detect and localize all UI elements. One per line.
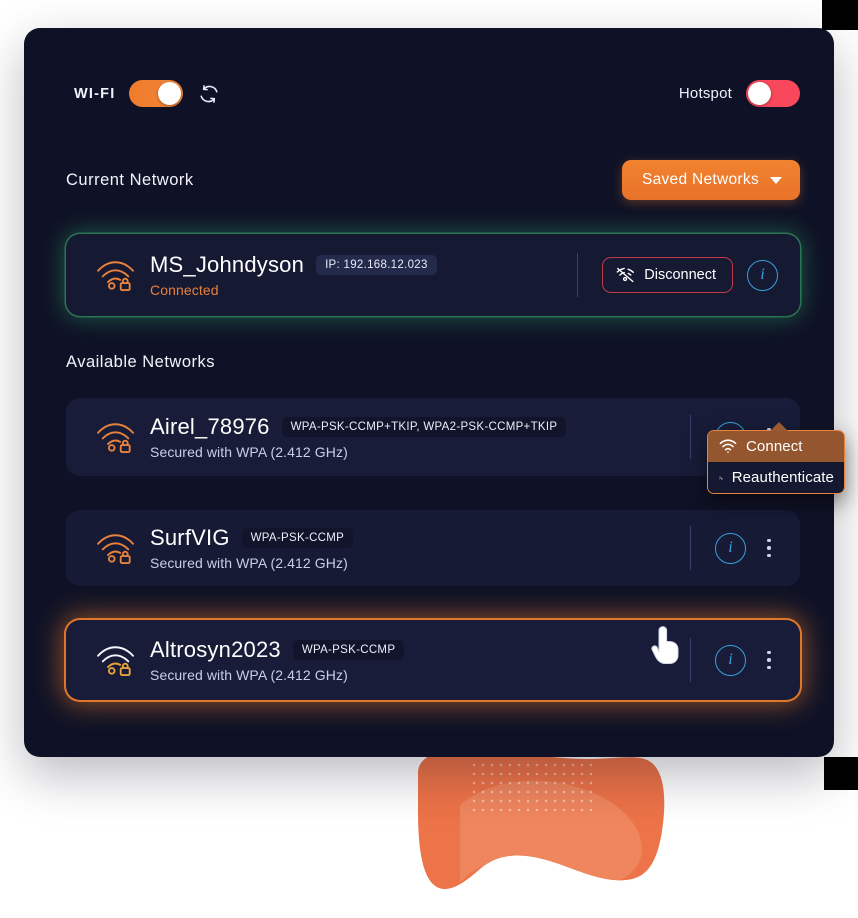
wifi-settings-panel: WI-FI Hotspot Current Network Saved Netw… <box>24 28 834 757</box>
wifi-off-icon <box>616 267 635 283</box>
network-title-row: SurfVIG WPA-PSK-CCMP <box>150 525 690 551</box>
current-network-status: Connected <box>150 282 219 298</box>
artifact-bottom-right <box>824 757 858 790</box>
network-ssid: Altrosyn2023 <box>150 637 281 662</box>
network-actions: i <box>690 526 800 570</box>
wifi-locked-icon <box>90 531 142 565</box>
disconnect-button[interactable]: Disconnect <box>602 257 733 293</box>
context-menu-item-connect[interactable]: Connect <box>708 431 844 462</box>
network-row-airel[interactable]: Airel_78976 WPA-PSK-CCMP+TKIP, WPA2-PSK-… <box>66 398 800 476</box>
refresh-icon[interactable] <box>197 82 221 106</box>
network-title-row: Airel_78976 WPA-PSK-CCMP+TKIP, WPA2-PSK-… <box>150 414 690 440</box>
network-overflow-menu-button[interactable] <box>760 533 778 563</box>
wifi-locked-icon <box>90 258 142 292</box>
hotspot-label: Hotspot <box>678 85 732 102</box>
action-divider <box>690 415 691 459</box>
network-detail: Secured with WPA (2.412 GHz) <box>150 667 348 683</box>
network-info: Airel_78976 WPA-PSK-CCMP+TKIP, WPA2-PSK-… <box>142 414 690 460</box>
network-title-row: Altrosyn2023 WPA-PSK-CCMP <box>150 637 690 663</box>
context-menu-reauthenticate-label: Reauthenticate <box>731 469 834 486</box>
action-divider <box>690 638 691 682</box>
context-menu-arrow <box>770 422 788 431</box>
network-info: Altrosyn2023 WPA-PSK-CCMP Secured with W… <box>142 637 690 683</box>
hotspot-toggle-group: Hotspot <box>679 80 800 107</box>
user-lock-icon <box>719 475 723 480</box>
chevron-down-icon <box>770 176 782 184</box>
network-row-surfvig[interactable]: SurfVIG WPA-PSK-CCMP Secured with WPA (2… <box>66 510 800 586</box>
network-detail: Secured with WPA (2.412 GHz) <box>150 555 348 571</box>
network-ssid: SurfVIG <box>150 525 230 550</box>
disconnect-label: Disconnect <box>644 267 716 283</box>
current-network-info-button[interactable]: i <box>747 259 778 291</box>
network-context-menu: Connect Reauthenticate <box>707 430 845 494</box>
wifi-label: WI-FI <box>74 85 116 102</box>
security-badge: WPA-PSK-CCMP+TKIP, WPA2-PSK-CCMP+TKIP <box>281 417 567 437</box>
artifact-top-right <box>822 0 858 30</box>
context-menu-connect-label: Connect <box>746 438 803 455</box>
action-divider <box>690 526 691 570</box>
current-network-header: Current Network Saved Networks <box>66 160 800 200</box>
wifi-toggle-knob <box>158 82 182 105</box>
wifi-icon <box>719 439 737 453</box>
network-actions: i <box>690 638 800 682</box>
current-network-actions: Disconnect i <box>577 253 800 297</box>
context-menu-item-reauthenticate[interactable]: Reauthenticate <box>708 462 844 493</box>
saved-networks-label: Saved Networks <box>641 171 759 188</box>
network-info-button[interactable]: i <box>715 532 746 564</box>
network-info-button[interactable]: i <box>715 644 746 676</box>
action-divider <box>577 253 579 297</box>
network-detail: Secured with WPA (2.412 GHz) <box>150 444 348 460</box>
screenshot-root: WI-FI Hotspot Current Network Saved Netw… <box>0 0 858 918</box>
network-row-altrosyn[interactable]: Altrosyn2023 WPA-PSK-CCMP Secured with W… <box>66 620 800 700</box>
ip-address-badge: IP: 192.168.12.023 <box>316 255 437 275</box>
hotspot-toggle[interactable] <box>746 80 800 107</box>
panel-topbar: WI-FI Hotspot <box>24 28 834 140</box>
current-network-title: Current Network <box>66 170 194 189</box>
security-badge: WPA-PSK-CCMP <box>292 640 405 660</box>
wifi-toggle[interactable] <box>129 80 184 107</box>
wifi-locked-icon <box>90 420 142 454</box>
network-ssid: Airel_78976 <box>150 414 270 439</box>
wifi-locked-icon <box>90 643 142 677</box>
hotspot-toggle-knob <box>748 82 771 105</box>
network-info: SurfVIG WPA-PSK-CCMP Secured with WPA (2… <box>142 525 690 571</box>
current-network-card[interactable]: MS_Johndyson IP: 192.168.12.023 Connecte… <box>66 234 800 316</box>
current-network-ssid: MS_Johndyson <box>150 252 305 277</box>
current-network-title-row: MS_Johndyson IP: 192.168.12.023 <box>150 252 577 278</box>
network-overflow-menu-button[interactable] <box>760 645 778 675</box>
wifi-toggle-group: WI-FI <box>74 80 221 107</box>
decorative-blob <box>400 745 760 918</box>
available-networks-title: Available Networks <box>66 353 216 371</box>
saved-networks-button[interactable]: Saved Networks <box>621 160 800 200</box>
security-badge: WPA-PSK-CCMP <box>241 528 354 548</box>
current-network-info: MS_Johndyson IP: 192.168.12.023 Connecte… <box>142 252 577 298</box>
